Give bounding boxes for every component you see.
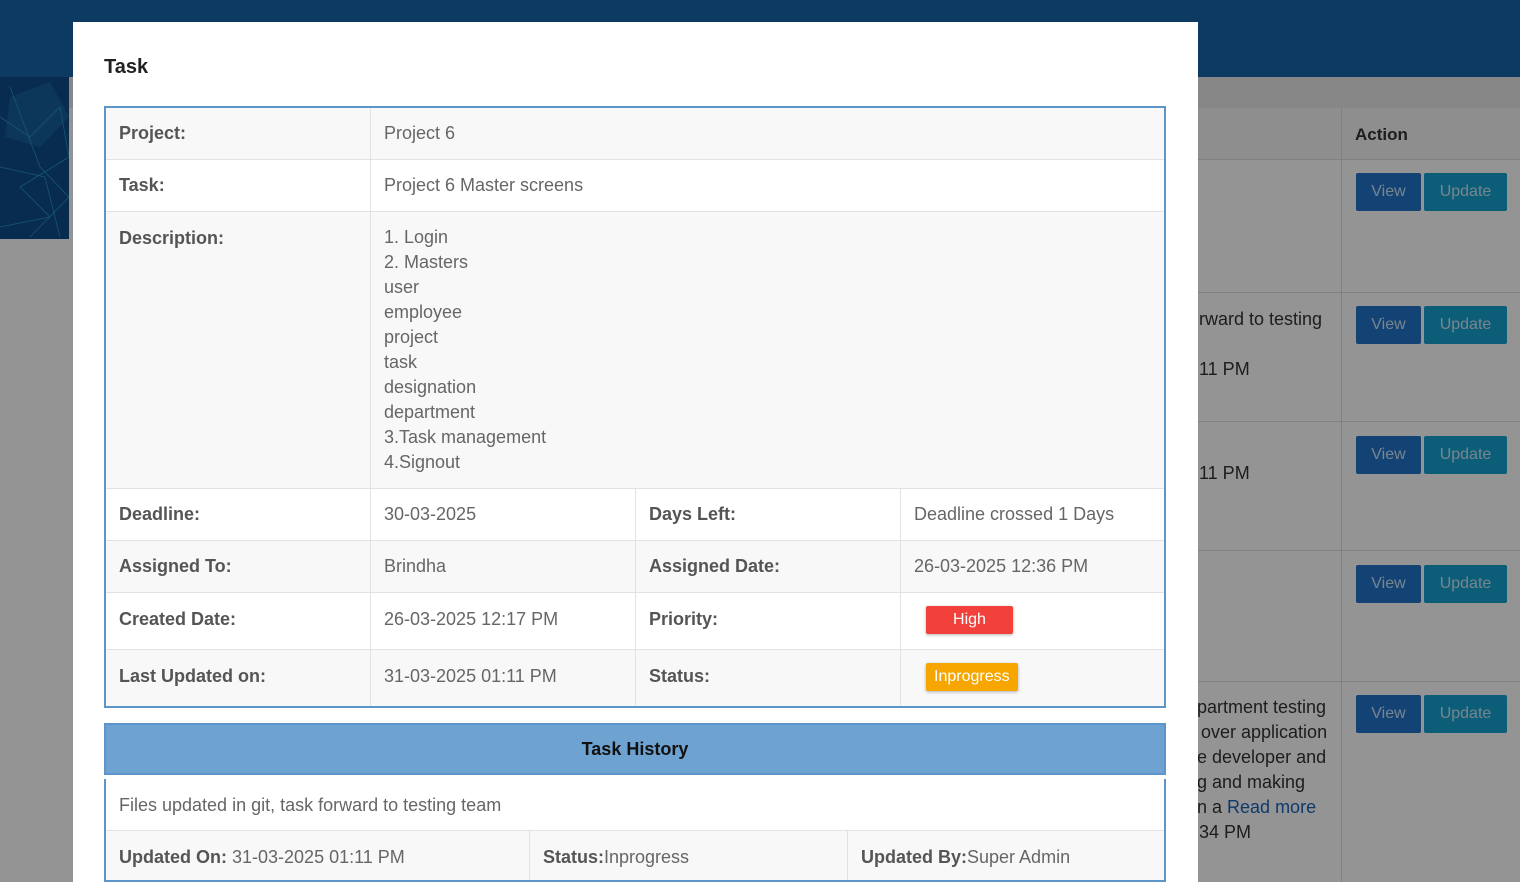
history-status-label: Status: (543, 847, 605, 867)
history-status-value: Inprogress (604, 847, 690, 867)
deadline-label: Deadline: (106, 489, 371, 540)
history-updated-on-label: Updated On: (119, 847, 227, 867)
description-line: 4.Signout (384, 452, 461, 472)
deadline-row: Deadline: 30-03-2025 Days Left: Deadline… (106, 489, 1164, 541)
description-value: 1. Login 2. Masters user employee projec… (371, 212, 1164, 488)
deadline-value: 30-03-2025 (371, 489, 636, 540)
task-history-entry: Files updated in git, task forward to te… (104, 779, 1166, 882)
task-history-header: Task History (104, 723, 1166, 775)
modal-title: Task (104, 56, 149, 78)
days-left-label: Days Left: (636, 489, 901, 540)
description-line: 3.Task management (384, 427, 547, 447)
status-cell: Inprogress (901, 650, 1164, 706)
priority-cell: High (901, 593, 1164, 649)
description-line: department (384, 402, 476, 422)
history-updated-on-value: 31-03-2025 01:11 PM (227, 847, 405, 867)
description-line: 2. Masters (384, 252, 469, 272)
assigned-to-label: Assigned To: (106, 541, 371, 592)
history-updated-by-value: Super Admin (967, 847, 1071, 867)
project-value: Project 6 (384, 123, 456, 143)
assigned-date-value: 26-03-2025 12:36 PM (914, 556, 1089, 576)
last-updated-row: Last Updated on: 31-03-2025 01:11 PM Sta… (106, 650, 1164, 706)
status-label: Status: (636, 650, 901, 706)
description-line: task (384, 352, 418, 372)
task-modal: Task Project: Project 6 Task: Project 6 … (73, 22, 1198, 882)
description-line: designation (384, 377, 477, 397)
description-row: Description: 1. Login 2. Masters user em… (106, 212, 1164, 489)
task-label: Task: (106, 160, 371, 211)
history-updated-by: Updated By:Super Admin (848, 831, 1164, 880)
project-label: Project: (106, 108, 371, 159)
created-date-value: 26-03-2025 12:17 PM (371, 593, 636, 649)
priority-label: Priority: (636, 593, 901, 649)
created-row: Created Date: 26-03-2025 12:17 PM Priori… (106, 593, 1164, 650)
last-updated-value: 31-03-2025 01:11 PM (371, 650, 636, 706)
description-label: Description: (106, 212, 371, 488)
description-line: user (384, 277, 420, 297)
project-row: Project: Project 6 (106, 108, 1164, 160)
task-details-table: Project: Project 6 Task: Project 6 Maste… (104, 106, 1166, 708)
history-status: Status:Inprogress (530, 831, 848, 880)
history-updated-by-label: Updated By: (861, 847, 968, 867)
history-meta: Updated On: 31-03-2025 01:11 PM Status:I… (106, 831, 1164, 882)
history-message: Files updated in git, task forward to te… (106, 779, 1164, 831)
last-updated-label: Last Updated on: (106, 650, 371, 706)
description-line: project (384, 327, 439, 347)
created-date-label: Created Date: (106, 593, 371, 649)
history-updated-on: Updated On: 31-03-2025 01:11 PM (106, 831, 530, 880)
priority-badge: High (926, 606, 1013, 634)
assigned-row: Assigned To: Brindha Assigned Date: 26-0… (106, 541, 1164, 593)
description-line: 1. Login (384, 227, 449, 247)
task-row: Task: Project 6 Master screens (106, 160, 1164, 212)
task-value: Project 6 Master screens (384, 175, 584, 195)
status-badge: Inprogress (926, 663, 1018, 691)
description-line: employee (384, 302, 463, 322)
days-left-value: Deadline crossed 1 Days (914, 504, 1115, 524)
assigned-to-value: Brindha (371, 541, 636, 592)
assigned-date-label: Assigned Date: (636, 541, 901, 592)
